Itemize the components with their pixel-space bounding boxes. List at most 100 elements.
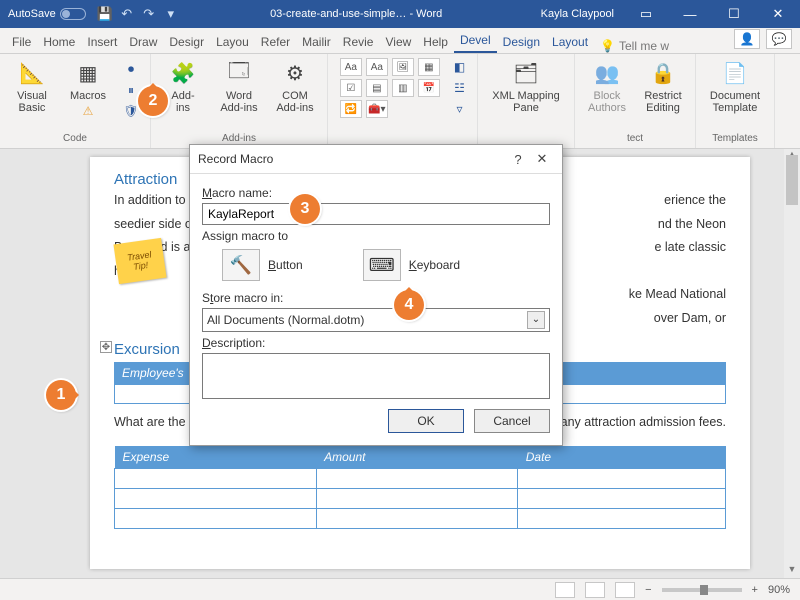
ribbon-tabs: File Home Insert Draw Desigr Layou Refer…: [0, 28, 800, 54]
assign-keyboard-option[interactable]: ⌨ KeyboardKeyboard: [363, 249, 460, 281]
design-mode-button[interactable]: ◧: [454, 58, 465, 76]
com-addins-button[interactable]: ⚙ COM Add-ins: [271, 58, 319, 114]
user-name[interactable]: Kayla Claypool: [531, 8, 624, 20]
document-template-label: Document Template: [710, 90, 760, 114]
tab-design[interactable]: Desigr: [163, 30, 210, 53]
addins-label: Add- ins: [171, 90, 194, 114]
callout-2: 2: [138, 86, 168, 116]
web-layout-button[interactable]: [615, 582, 635, 598]
minimize-icon[interactable]: —: [668, 0, 712, 28]
group-addins: 🧩 Add- ins 🗔 Word Add-ins ⚙ COM Add-ins …: [151, 54, 328, 148]
group-protect-label: tect: [627, 133, 643, 146]
properties-button[interactable]: ☳: [454, 79, 465, 97]
group-templates-label: Templates: [712, 133, 758, 146]
word-addins-label: Word Add-ins: [220, 90, 257, 114]
tab-review[interactable]: Revie: [337, 30, 380, 53]
maximize-icon[interactable]: ☐: [712, 0, 756, 28]
table-anchor-icon[interactable]: ✥: [100, 341, 112, 353]
tell-me[interactable]: 💡 Tell me w: [600, 39, 669, 53]
close-dialog-icon[interactable]: ✕: [530, 151, 554, 167]
tab-file[interactable]: File: [6, 30, 37, 53]
ok-button[interactable]: OK: [388, 409, 464, 433]
tab-table-design[interactable]: Design: [497, 30, 546, 53]
tab-help[interactable]: Help: [417, 30, 454, 53]
group-code-label: Code: [63, 133, 87, 146]
tab-view[interactable]: View: [379, 30, 417, 53]
xml-mapping-icon: 🗂: [511, 58, 541, 88]
date-control-button[interactable]: 📅: [418, 79, 440, 97]
word-addins-button[interactable]: 🗔 Word Add-ins: [215, 58, 263, 114]
autosave-toggle[interactable]: AutoSave: [0, 8, 94, 20]
redo-icon[interactable]: ↷: [138, 3, 160, 25]
document-template-button[interactable]: 📄 Document Template: [704, 58, 766, 114]
undo-icon[interactable]: ↶: [116, 3, 138, 25]
description-label: Description:Description:: [202, 336, 550, 350]
save-icon[interactable]: 💾: [94, 3, 116, 25]
repeating-control-button[interactable]: 🔁: [340, 100, 362, 118]
combo-control-button[interactable]: ▤: [366, 79, 388, 97]
description-input[interactable]: [202, 353, 550, 399]
com-addins-icon: ⚙: [280, 58, 310, 88]
visual-basic-label: Visual Basic: [17, 90, 47, 114]
macro-name-input[interactable]: [202, 203, 550, 225]
expense-table[interactable]: Expense Amount Date: [114, 446, 726, 529]
picture-control-button[interactable]: 🖼: [392, 58, 414, 76]
tab-home[interactable]: Home: [37, 30, 81, 53]
macros-label: Macros: [70, 90, 106, 102]
zoom-out-button[interactable]: −: [645, 584, 651, 596]
document-template-icon: 📄: [720, 58, 750, 88]
macro-name-label: MMacro name:acro name:: [202, 186, 550, 200]
col-date: Date: [518, 446, 726, 469]
tab-table-layout[interactable]: Layout: [546, 30, 594, 53]
close-icon[interactable]: ✕: [756, 0, 800, 28]
warning-icon: ⚠: [83, 104, 94, 118]
addins-icon: 🧩: [168, 58, 198, 88]
visual-basic-button[interactable]: 📐 Visual Basic: [8, 58, 56, 120]
block-authors-button[interactable]: 👥 Block Authors: [583, 58, 631, 114]
legacy-tools-button[interactable]: 🧰▾: [366, 100, 388, 118]
col-amount: Amount: [316, 446, 518, 469]
tab-mailings[interactable]: Mailir: [296, 30, 337, 53]
scroll-down-icon[interactable]: ▼: [784, 564, 800, 578]
comments-button[interactable]: 💬: [766, 29, 792, 49]
ribbon-options-icon[interactable]: ▭: [624, 0, 668, 28]
store-macro-label: Store macro in:Store macro in:: [202, 291, 550, 305]
tab-insert[interactable]: Insert: [81, 30, 123, 53]
hammer-icon: 🔨: [222, 249, 260, 281]
checkbox-control-button[interactable]: ☑: [340, 79, 362, 97]
restrict-editing-icon: 🔒: [648, 58, 678, 88]
tab-developer[interactable]: Devel: [454, 28, 497, 53]
callout-1: 1: [46, 380, 76, 410]
group-button[interactable]: ▿: [454, 100, 465, 118]
tab-layout[interactable]: Layou: [210, 30, 255, 53]
rich-text-control-button[interactable]: Aa: [340, 58, 362, 76]
zoom-level[interactable]: 90%: [768, 584, 790, 596]
vertical-scrollbar[interactable]: ▲ ▼: [784, 149, 800, 578]
print-layout-button[interactable]: [585, 582, 605, 598]
callout-4: 4: [394, 290, 424, 320]
store-macro-combo[interactable]: All Documents (Normal.dotm) ⌄: [202, 308, 550, 332]
keyboard-icon: ⌨: [363, 249, 401, 281]
tab-references[interactable]: Refer: [255, 30, 296, 53]
read-mode-button[interactable]: [555, 582, 575, 598]
assign-button-option[interactable]: 🔨 ButtonButton: [222, 249, 303, 281]
xml-mapping-button[interactable]: 🗂 XML Mapping Pane: [486, 58, 566, 114]
cancel-button[interactable]: Cancel: [474, 409, 550, 433]
plain-text-control-button[interactable]: Aa: [366, 58, 388, 76]
dropdown-control-button[interactable]: ▥: [392, 79, 414, 97]
qat-customize-icon[interactable]: ▾: [160, 3, 182, 25]
share-button[interactable]: 👤: [734, 29, 760, 49]
macros-button[interactable]: ▦ Macros ⚠: [64, 58, 112, 120]
block-authors-label: Block Authors: [588, 90, 626, 114]
building-block-control-button[interactable]: ▦: [418, 58, 440, 76]
dialog-title-bar[interactable]: Record Macro ? ✕: [190, 145, 562, 174]
zoom-in-button[interactable]: +: [752, 584, 758, 596]
scroll-thumb[interactable]: [786, 155, 798, 205]
toggle-off-icon: [60, 8, 86, 20]
com-addins-label: COM Add-ins: [276, 90, 313, 114]
help-icon[interactable]: ?: [506, 152, 530, 167]
zoom-slider[interactable]: [662, 588, 742, 592]
record-macro-button[interactable]: ⏺: [120, 60, 142, 78]
restrict-editing-button[interactable]: 🔒 Restrict Editing: [639, 58, 687, 114]
tab-draw[interactable]: Draw: [123, 30, 163, 53]
